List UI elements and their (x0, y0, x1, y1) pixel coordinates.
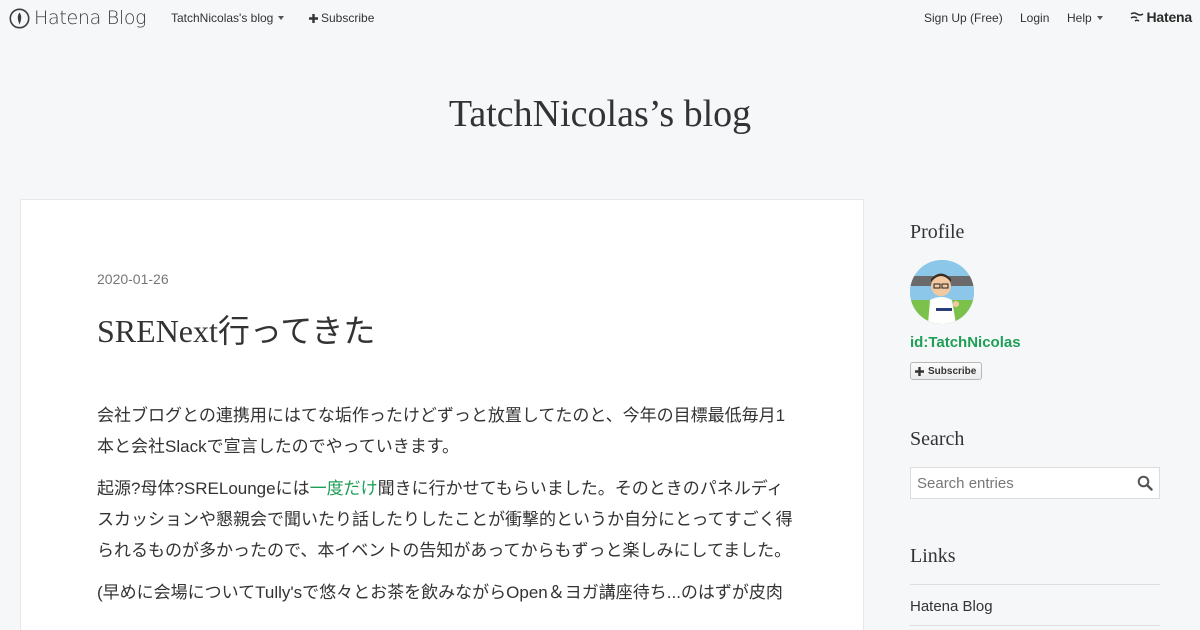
login-link[interactable]: Login (1020, 11, 1049, 25)
hatena-blog-logo-icon (9, 8, 30, 28)
login-label: Login (1020, 11, 1050, 25)
entry-paragraph: (早めに会場についてTully'sで悠々とお茶を飲みながらOpen＆ヨガ講座待ち… (97, 583, 783, 602)
entry-card: 2020-01-26 SRENext行ってきた 会社ブログとの連携用にはてな垢作… (20, 199, 864, 630)
blog-menu-label: TatchNicolas's blog (171, 11, 274, 25)
avatar-image (910, 260, 974, 324)
subscribe-button-label: Subscribe (928, 365, 977, 377)
hatena-brand-link[interactable]: Hatena (1130, 9, 1192, 25)
subscribe-link[interactable]: Subscribe (309, 11, 374, 25)
search-heading: Search (910, 428, 965, 450)
entry-inline-link[interactable]: 一度だけ (310, 479, 378, 498)
search-icon (1137, 475, 1153, 491)
chevron-down-icon (1096, 16, 1103, 20)
entry-body: 会社ブログとの連携用にはてな垢作ったけどずっと放置してたのと、今年の目標最低毎月… (97, 400, 797, 619)
hatena-blog-logo[interactable]: Hatena Blog (9, 7, 147, 29)
signup-link[interactable]: Sign Up (Free) (924, 11, 1003, 25)
sidebar-link-hatena-blog[interactable]: Hatena Blog (910, 598, 993, 615)
search-box (910, 467, 1160, 499)
profile-heading: Profile (910, 221, 965, 243)
search-button[interactable] (1131, 468, 1159, 498)
entry-date[interactable]: 2020-01-26 (97, 271, 169, 287)
paragraph-text: 起源?母体?SRELoungeには (97, 479, 310, 498)
signup-label: Sign Up (Free) (924, 11, 1003, 25)
divider (910, 625, 1160, 626)
entry-paragraph: 会社ブログとの連携用にはてな垢作ったけどずっと放置してたのと、今年の目標最低毎月… (97, 406, 786, 456)
plus-icon (309, 13, 318, 23)
hatena-brand-label: Hatena (1146, 9, 1193, 25)
subscribe-button[interactable]: Subscribe (910, 362, 983, 380)
blog-title[interactable]: TatchNicolas’s blog (0, 92, 1200, 136)
avatar[interactable] (910, 260, 974, 324)
logo-text: Hatena Blog (34, 7, 147, 29)
entry-title[interactable]: SRENext行ってきた (97, 306, 375, 352)
links-heading: Links (910, 545, 956, 567)
top-navigation-bar: Hatena Blog TatchNicolas's blog Subscrib… (0, 0, 1200, 36)
profile-id-link[interactable]: id:TatchNicolas (910, 334, 1021, 351)
plus-icon (915, 366, 924, 376)
blog-menu-dropdown[interactable]: TatchNicolas's blog (171, 11, 285, 25)
chevron-down-icon (278, 16, 285, 20)
search-input[interactable] (911, 468, 1131, 498)
entry-paragraph: 起源?母体?SRELoungeには一度だけ聞きに行かせてもらいました。そのときの… (97, 473, 797, 566)
hatena-icon (1130, 12, 1143, 22)
help-label: Help (1067, 11, 1092, 25)
help-dropdown[interactable]: Help (1067, 11, 1103, 25)
subscribe-link-label: Subscribe (321, 11, 375, 25)
divider (910, 584, 1160, 585)
